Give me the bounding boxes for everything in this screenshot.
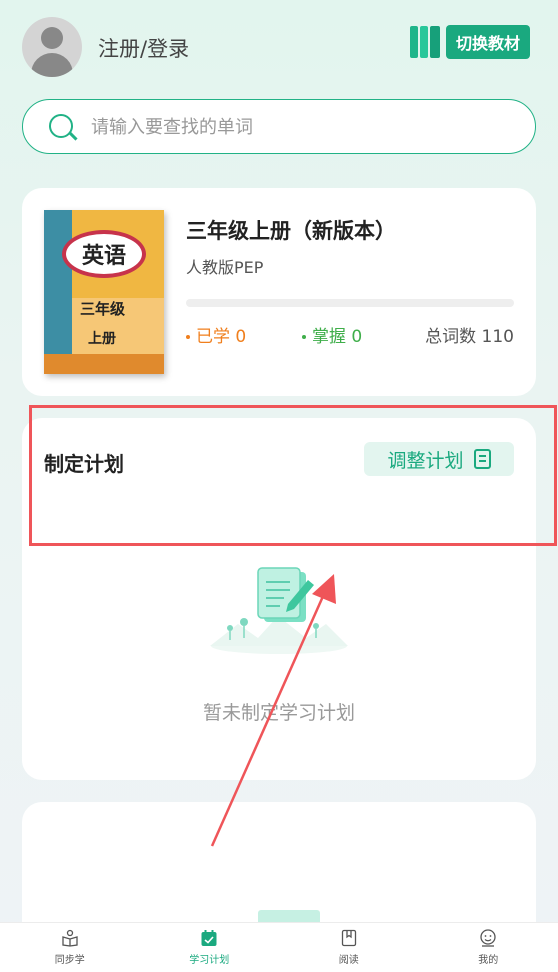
tab-sync-learn[interactable]: 同步学 [0,923,140,972]
tab-mine[interactable]: 我的 [419,923,558,972]
textbook-title: 三年级上册（新版本） [186,219,396,243]
calendar-check-icon [201,930,217,946]
adjust-plan-button[interactable]: 调整计划 [364,442,514,476]
study-plan-card: 制定计划 调整计划 暂未制定学习计划 [22,418,536,780]
word-stats: 已学 0 掌握 0 总词数 110 [186,322,514,347]
search-icon [49,114,73,138]
textbook-card[interactable]: 英语 三年级 上册 三年级上册（新版本） 人教版PEP 已学 0 掌握 0 总词… [22,188,536,396]
plan-title: 制定计划 [44,452,124,476]
learned-stat: 已学 0 [186,322,246,347]
cover-subject-badge: 英语 [62,230,146,278]
user-icon [480,929,496,947]
tab-study-plan[interactable]: 学习计划 [140,923,280,972]
avatar-head [41,27,63,49]
switch-textbook-button[interactable]: 切换教材 [408,24,530,60]
textbook-edition: 人教版PEP [186,258,264,277]
total-words-stat: 总词数 110 [425,327,514,347]
mastered-stat: 掌握 0 [302,322,362,347]
tab-label: 学习计划 [189,955,230,966]
search-bar[interactable] [22,99,536,154]
empty-plan-illustration-icon [210,567,348,654]
avatar[interactable] [22,17,82,77]
switch-textbook-label: 切换教材 [446,25,530,59]
textbook-cover[interactable]: 英语 三年级 上册 [44,210,164,374]
header: 注册/登录 切换教材 [0,0,558,92]
document-edit-icon [473,449,491,469]
learned-count: 0 [235,327,247,347]
learning-progress-bar [186,299,514,307]
total-count: 110 [481,327,514,347]
book-reader-icon [62,929,78,947]
tab-label: 我的 [478,955,499,966]
tab-label: 同步学 [54,955,85,966]
tab-reading[interactable]: 阅读 [279,923,419,972]
avatar-body [31,53,73,77]
books-icon [408,24,446,60]
login-register-link[interactable]: 注册/登录 [98,33,189,63]
search-input[interactable] [91,110,511,144]
bottom-tab-bar: 同步学 学习计划 阅读 我的 [0,922,558,972]
bookmark-book-icon [341,929,356,947]
cover-term: 上册 [88,331,116,347]
cover-subject: 英语 [81,244,126,269]
mastered-count: 0 [351,327,363,347]
cover-grade: 三年级 [80,300,126,318]
tab-label: 阅读 [338,955,359,966]
mastered-dot-icon [302,335,306,339]
empty-plan-text: 暂未制定学习计划 [202,702,355,724]
learned-dot-icon [186,335,190,339]
adjust-plan-label: 调整计划 [387,449,464,472]
